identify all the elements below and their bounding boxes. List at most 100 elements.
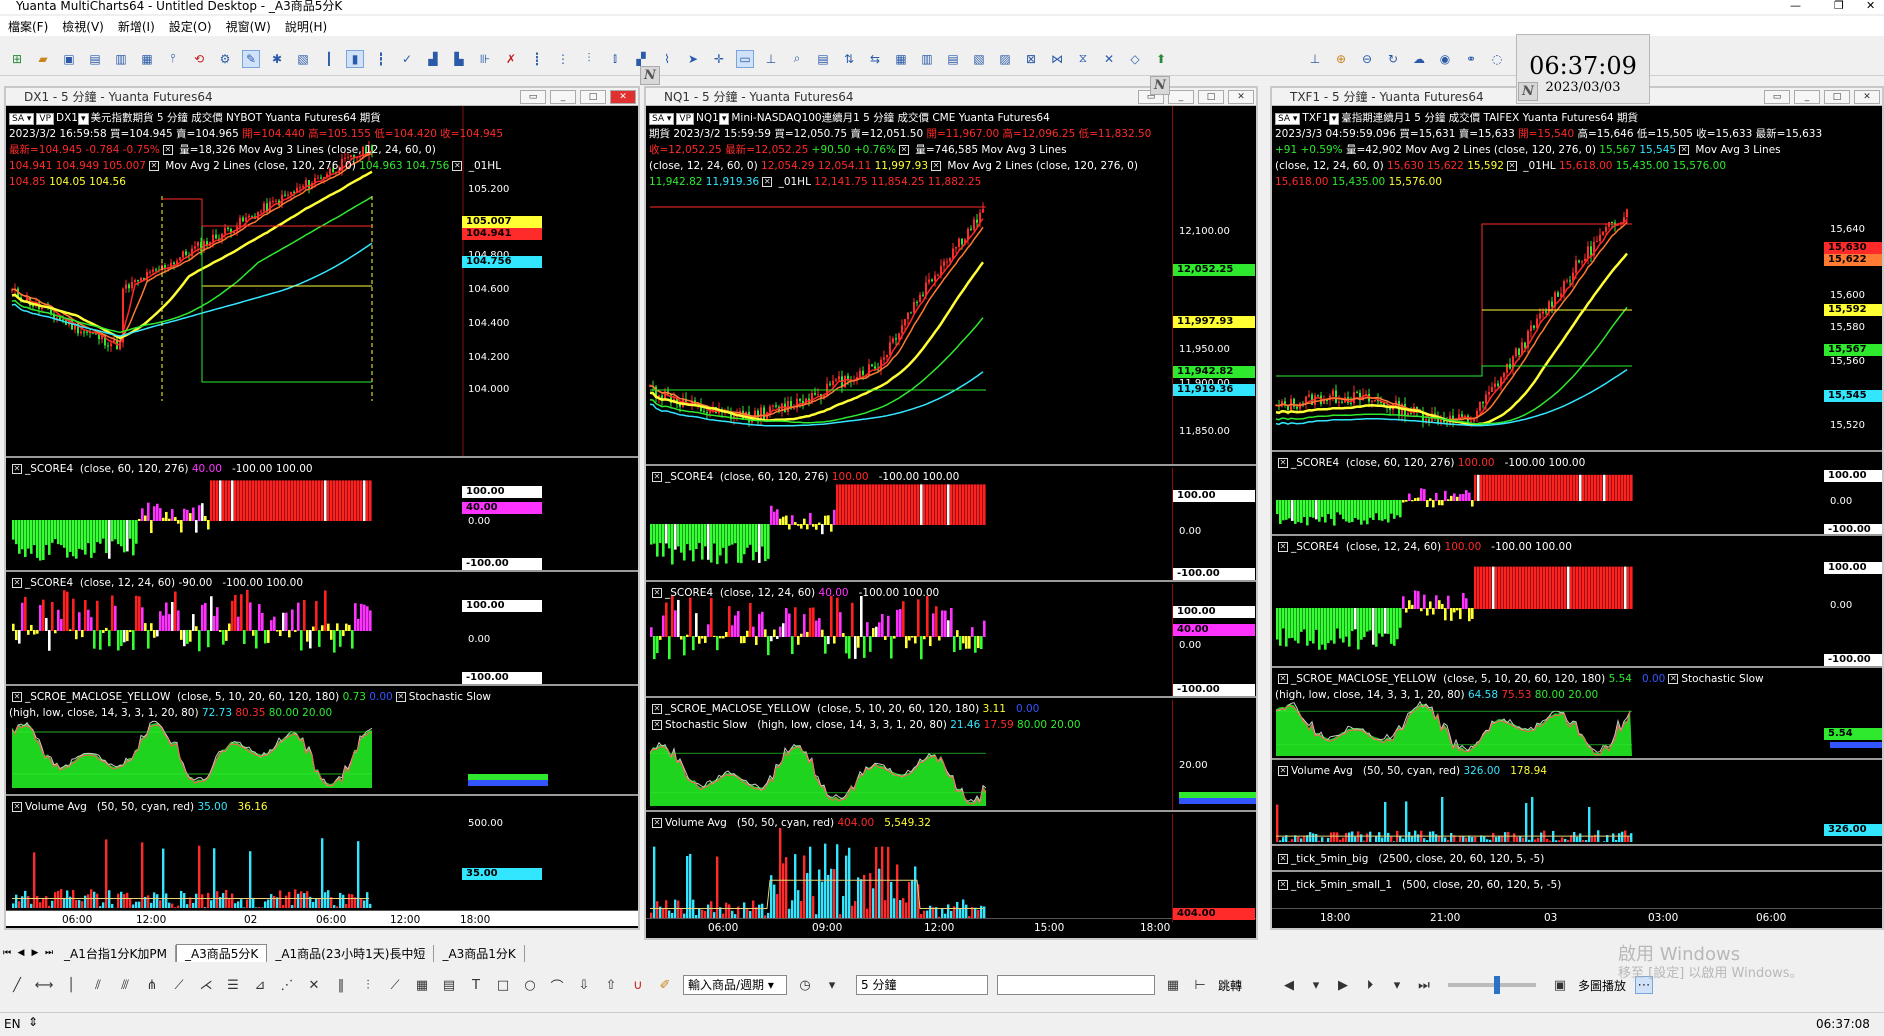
window-close-icon[interactable]: ✕ xyxy=(610,90,636,104)
trend-channel-icon[interactable]: ⫻ xyxy=(116,976,134,994)
checkbox-icon[interactable]: ✕ xyxy=(652,588,662,598)
new-icon[interactable]: ⊞ xyxy=(8,50,26,68)
sa-tag[interactable]: SA ▾ xyxy=(649,113,675,125)
table-icon[interactable]: ▤ xyxy=(814,50,832,68)
save-icon[interactable]: ▣ xyxy=(60,50,78,68)
calendar-icon[interactable]: ▦ xyxy=(1164,976,1182,994)
layout5-icon[interactable]: ▨ xyxy=(996,50,1014,68)
strategy-icon[interactable]: ⚙ xyxy=(216,50,234,68)
playback-speed-slider[interactable] xyxy=(1448,976,1537,994)
volume-pane[interactable]: ✕ Volume Avg (50, 50, cyan, red) 35.00 36… xyxy=(6,798,638,912)
language-dropdown-icon[interactable]: ⇕ xyxy=(28,1015,38,1029)
chart-window-icon[interactable]: ▥ xyxy=(112,50,130,68)
camera-icon[interactable]: ◉ xyxy=(1436,50,1454,68)
sheet-tab-active[interactable]: _A3商品5分K xyxy=(175,944,268,962)
detach-icon[interactable]: ▭ xyxy=(1764,90,1790,104)
price-pane[interactable]: SA ▾ TXF1 ▾ 臺指期連續月1 5 分鐘 成交價 TAIFEX Yuanta … xyxy=(1272,106,1882,452)
sheet-tab[interactable]: _A3商品1分K xyxy=(434,944,525,962)
ohlc-icon[interactable]: ┇ xyxy=(372,50,390,68)
checkbox-icon[interactable]: ✕ xyxy=(1506,161,1517,171)
kagi-icon[interactable]: ⌇ xyxy=(658,50,676,68)
line-chart-icon[interactable]: ✓ xyxy=(398,50,416,68)
scale-icon[interactable]: ⇅ xyxy=(840,50,858,68)
anchor-icon[interactable]: ⊥ xyxy=(1306,50,1324,68)
arc-tool-icon[interactable]: ⌒ xyxy=(548,976,566,995)
quote-window-icon[interactable]: ▦ xyxy=(138,50,156,68)
checkbox-icon[interactable]: ✕ xyxy=(1668,674,1679,684)
profile-icon[interactable]: ⋮ xyxy=(554,50,572,68)
play-icon[interactable]: ⏵ xyxy=(1361,976,1379,994)
fib-arc-icon[interactable]: ✕ xyxy=(305,976,323,994)
renko-icon[interactable]: ▞ xyxy=(632,50,650,68)
next-bar-icon[interactable]: ▶ xyxy=(1334,976,1352,994)
open-folder-icon[interactable]: ▰ xyxy=(34,50,52,68)
symbol-period-select[interactable]: 輸入商品/週期 ▾ xyxy=(683,975,787,995)
hide-icon[interactable]: ◌ xyxy=(1488,50,1506,68)
zoom-in-toolbar-icon[interactable]: ⌕ xyxy=(788,50,806,68)
checkbox-icon[interactable]: ✕ xyxy=(1278,458,1288,468)
delete-icon[interactable]: ✗ xyxy=(502,50,520,68)
last-sheet-icon[interactable]: ⏭ xyxy=(42,948,56,958)
dropdown-icon[interactable]: ▾ xyxy=(1328,113,1340,125)
bar-chart-icon[interactable]: ┃ xyxy=(320,50,338,68)
maclose-stoch-pane[interactable]: ✕ _SCROE_MACLOSE_YELLOW (close, 5, 10, 20… xyxy=(646,700,1256,812)
fib-fan-icon[interactable]: ⊿ xyxy=(251,976,269,994)
note-icon[interactable]: ▤ xyxy=(440,976,458,994)
window-close-icon[interactable]: ✕ xyxy=(1228,90,1254,104)
fit-icon[interactable]: ◇ xyxy=(1126,50,1144,68)
first-sheet-icon[interactable]: ⏮ xyxy=(0,948,14,958)
expand-icon[interactable]: ⋈ xyxy=(1048,50,1066,68)
window-maximize-icon[interactable]: □ xyxy=(1824,90,1850,104)
prev-bar-icon[interactable]: ◀ xyxy=(1280,976,1298,994)
menu-settings[interactable]: 設定(O) xyxy=(169,18,212,35)
crosshair-icon[interactable]: ✛ xyxy=(710,50,728,68)
date-input[interactable] xyxy=(997,975,1155,995)
checkbox-icon[interactable]: ✕ xyxy=(652,720,662,730)
channel-tool-icon[interactable]: ⫽ xyxy=(89,976,107,994)
stop-icon[interactable]: ⏭ xyxy=(1415,976,1433,994)
time-axis[interactable]: 06:00 12:00 02 06:00 12:00 18:00 xyxy=(6,910,638,926)
score4-short-pane[interactable]: ✕ _SCORE4 (close, 12, 24, 60) -90.00 -100… xyxy=(6,574,638,686)
prev-sheet-icon[interactable]: ◀ xyxy=(14,948,28,958)
arrow-up-icon[interactable]: ⇧ xyxy=(602,976,620,994)
checkbox-icon[interactable]: ✕ xyxy=(148,161,159,171)
tick-small-pane[interactable]: ✕ _tick_5min_small_1 (500, close, 20, 60,… xyxy=(1272,874,1882,902)
drawing-mode-icon[interactable]: ✎ xyxy=(242,49,260,68)
checkbox-icon[interactable]: ✕ xyxy=(12,578,22,588)
arrow-down-icon[interactable]: ⇩ xyxy=(575,976,593,994)
window-minimize-icon[interactable]: _ xyxy=(1794,90,1820,104)
period-select[interactable]: 5 分鐘 xyxy=(856,975,988,995)
cursor-line-icon[interactable]: ⊥ xyxy=(762,50,780,68)
next-sheet-icon[interactable]: ▶ xyxy=(28,948,42,958)
vline-tool-icon[interactable]: │ xyxy=(62,976,80,994)
price-axis[interactable]: 15,640 15,600 15,580 15,560 15,520 15,63… xyxy=(1824,106,1882,450)
maclose-stoch-pane[interactable]: ✕ _SCROE_MACLOSE_YELLOW (close, 5, 10, 20… xyxy=(1272,670,1882,760)
checkbox-icon[interactable]: ✕ xyxy=(1679,145,1690,155)
checkbox-icon[interactable]: ✕ xyxy=(652,704,662,714)
volume-pane[interactable]: ✕ Volume Avg (50, 50, cyan, red) 326.00 1… xyxy=(1272,762,1882,846)
score4-long-pane[interactable]: ✕ _SCORE4 (close, 60, 120, 276) 100.00 -1… xyxy=(1272,454,1882,536)
layout6-icon[interactable]: ⊠ xyxy=(1022,50,1040,68)
zoom-in-icon[interactable]: ⊕ xyxy=(1332,50,1350,68)
brush-icon[interactable]: ✐ xyxy=(656,976,674,994)
slider-handle[interactable] xyxy=(1494,976,1501,994)
chart-window-dx1[interactable]: DX1 - 5 分鐘 - Yuanta Futures64 ▭ _ □ ✕ SA ▾ V… xyxy=(4,86,640,930)
layout3-icon[interactable]: ▤ xyxy=(944,50,962,68)
up-arrow-icon[interactable]: ⬆ xyxy=(1152,50,1170,68)
sheet-tab[interactable]: _A1台指1分K加PM xyxy=(56,944,176,962)
link-icon[interactable]: ⚭ xyxy=(1462,50,1480,68)
checkbox-icon[interactable]: ✕ xyxy=(1278,880,1288,890)
pointer-icon[interactable]: ➤ xyxy=(684,50,702,68)
layout-icon[interactable]: ▦ xyxy=(892,50,910,68)
properties-icon[interactable]: ▧ xyxy=(294,50,312,68)
fib-retrace-icon[interactable]: ☰ xyxy=(224,976,242,994)
checkbox-icon[interactable]: ✕ xyxy=(1278,854,1288,864)
layout2-icon[interactable]: ▥ xyxy=(918,50,936,68)
fib-ext-icon[interactable]: ⋰ xyxy=(278,976,296,994)
pitchfork-icon[interactable]: ⋔ xyxy=(143,976,161,994)
bid-ask-icon[interactable]: ⊪ xyxy=(476,50,494,68)
menu-view[interactable]: 檢視(V) xyxy=(62,18,104,35)
checkbox-icon[interactable]: ✕ xyxy=(395,692,406,702)
grid-icon[interactable]: ▦ xyxy=(413,976,431,994)
cloud-icon[interactable]: ☁ xyxy=(1410,50,1428,68)
